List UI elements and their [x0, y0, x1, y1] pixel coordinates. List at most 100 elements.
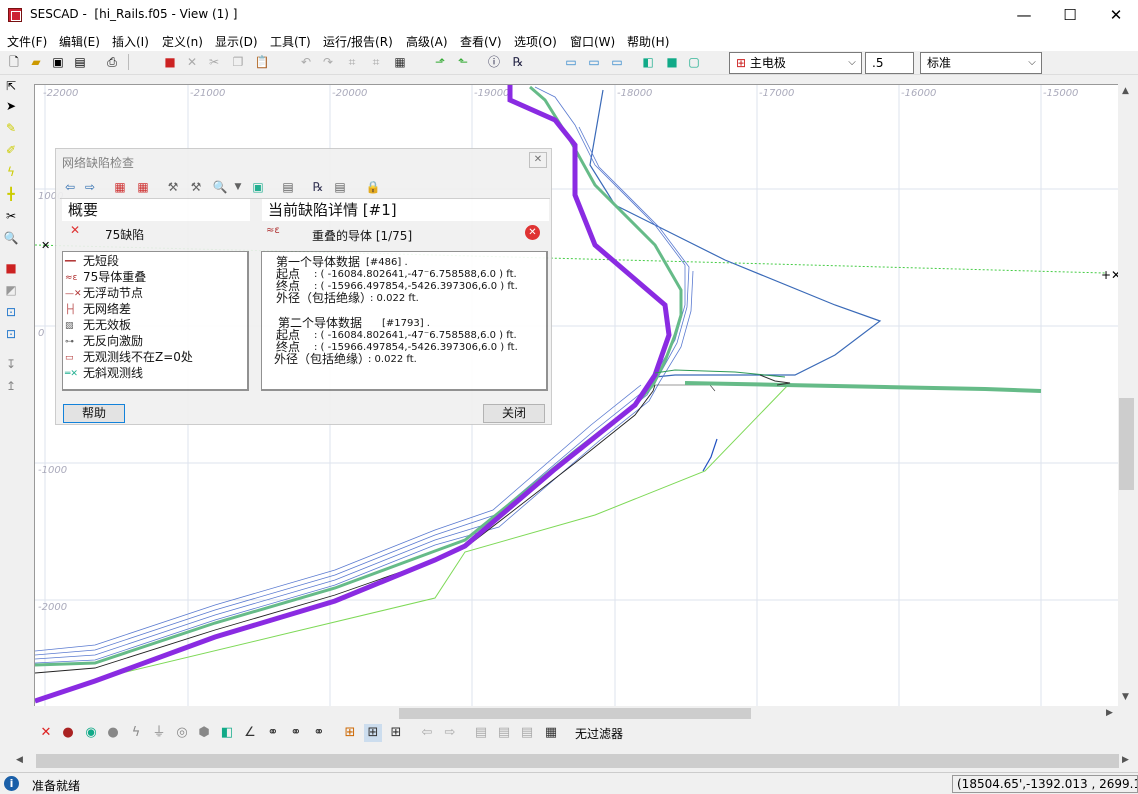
properties-icon[interactable]: ▤	[518, 724, 536, 742]
cut-icon[interactable]: ✂	[206, 54, 222, 70]
layers-icon[interactable]: ◧	[218, 724, 236, 742]
filter-list-icon[interactable]: ▦	[542, 724, 560, 742]
vertical-scroll-thumb[interactable]	[1119, 398, 1134, 490]
zoom-defect-icon[interactable]: 🔍	[212, 179, 228, 195]
move-down-tool-icon[interactable]: ↧	[3, 355, 19, 373]
find-icon[interactable]: ⚭	[264, 724, 282, 742]
fill-icon[interactable]: ■	[664, 54, 680, 70]
menu-edit[interactable]: 编辑(E)	[59, 33, 100, 50]
close-button[interactable]: ✕	[1093, 0, 1138, 31]
menu-display[interactable]: 显示(D)	[215, 33, 258, 50]
menu-options[interactable]: 选项(O)	[514, 33, 557, 50]
window-horizontal-scrollbar[interactable]: ◀ ▶	[0, 751, 1138, 771]
menu-file[interactable]: 文件(F)	[7, 33, 47, 50]
pencil-icon[interactable]: ✎	[3, 119, 19, 137]
summary-list[interactable]: ━━ 无短段 ≈ε 75导体重叠 —✕无浮动节点 ├┤ 无网络差 ▧ 无无效板 ⊶ 无反向…	[62, 251, 249, 391]
view-3d-icon[interactable]: ◧	[640, 54, 656, 70]
list-item[interactable]: ▧ 无无效板	[65, 316, 131, 332]
maximize-button[interactable]: ☐	[1047, 0, 1093, 31]
grid-small-icon[interactable]: ⊞	[341, 724, 359, 742]
table-icon[interactable]: ▦	[112, 179, 128, 195]
window-scroll-thumb[interactable]	[36, 754, 1119, 768]
export-icon[interactable]: ▤	[332, 179, 348, 195]
scroll-down-icon[interactable]: ▼	[1122, 692, 1129, 702]
menu-view[interactable]: 查看(V)	[460, 33, 502, 50]
cut-tool-icon[interactable]: ✂	[3, 207, 19, 225]
list-item[interactable]: ├┤ 无网络差	[65, 300, 131, 316]
ground-icon[interactable]: ⏚	[150, 724, 168, 742]
new-file-icon[interactable]: 🗋	[6, 54, 22, 70]
rx-icon[interactable]: ℞	[510, 54, 526, 70]
fix-icon[interactable]: ⚒	[188, 179, 204, 195]
value-field[interactable]: .5	[865, 52, 914, 74]
pointer-icon[interactable]: ⇱	[3, 77, 19, 95]
report-icon[interactable]: ▦	[135, 179, 151, 195]
save-all-icon[interactable]: ▤	[72, 54, 88, 70]
circle-icon[interactable]: ●	[104, 724, 122, 742]
canvas-vertical-scrollbar[interactable]: ▲ ▼	[1118, 84, 1135, 706]
canvas-horizontal-scrollbar[interactable]: ▶	[34, 706, 1118, 721]
menu-help[interactable]: 帮助(H)	[627, 33, 669, 50]
copy-icon[interactable]: ❐	[230, 54, 246, 70]
lock-icon[interactable]: 🔒	[365, 179, 381, 195]
zoom-fit-icon[interactable]: ⊡	[3, 303, 19, 321]
color-map-icon[interactable]: ■	[3, 259, 19, 277]
grid-large-icon[interactable]: ⊞	[387, 724, 405, 742]
document-icon[interactable]: ▤	[280, 179, 296, 195]
style-combo[interactable]: 标准 ⌵	[920, 52, 1042, 74]
ungroup-icon[interactable]: ⌗	[368, 54, 384, 70]
scroll-right-icon[interactable]: ▶	[1106, 708, 1113, 718]
view-xz-icon[interactable]: ▭	[586, 54, 602, 70]
forward-icon[interactable]: ⇨	[441, 724, 459, 742]
chevron-down-icon[interactable]: ▼	[230, 179, 246, 195]
prev-defect-icon[interactable]: ⇦	[62, 179, 78, 195]
angle-icon[interactable]: ∠	[241, 724, 259, 742]
menu-insert[interactable]: 插入(I)	[112, 33, 149, 50]
tools-icon[interactable]: ⚒	[165, 179, 181, 195]
pole-icon[interactable]: ╋	[3, 185, 19, 203]
node-icon[interactable]: ◎	[173, 724, 191, 742]
find-next-icon[interactable]: ⚭	[287, 724, 305, 742]
group-icon[interactable]: ⌗	[344, 54, 360, 70]
list-item[interactable]: ═✕ 无斜观测线	[65, 364, 143, 380]
menu-advanced[interactable]: 高级(A)	[406, 33, 448, 50]
grid-medium-icon[interactable]: ⊞	[364, 724, 382, 742]
zoom-icon[interactable]: 🔍	[3, 229, 19, 247]
move-up-tool-icon[interactable]: ↥	[3, 377, 19, 395]
outline-icon[interactable]: ▢	[686, 54, 702, 70]
save-icon[interactable]: ▣	[50, 54, 66, 70]
scroll-left-icon[interactable]: ◀	[16, 755, 23, 765]
help-button[interactable]: 帮助	[63, 404, 125, 423]
dialog-close-icon[interactable]: ✕	[529, 152, 547, 168]
open-folder-icon[interactable]: ▰	[28, 54, 44, 70]
lightning-filter-icon[interactable]: ϟ	[127, 724, 145, 742]
redo-icon[interactable]: ↷	[320, 54, 336, 70]
color-icon[interactable]: ■	[162, 54, 178, 70]
view-xy-icon[interactable]: ▭	[563, 54, 579, 70]
error-filter-icon[interactable]: ✕	[37, 724, 55, 742]
view-yz-icon[interactable]: ▭	[609, 54, 625, 70]
paste-icon[interactable]: 📋	[254, 54, 270, 70]
find-all-icon[interactable]: ⚭	[310, 724, 328, 742]
back-icon[interactable]: ⇦	[418, 724, 436, 742]
close-dialog-button[interactable]: 关闭	[483, 404, 545, 423]
info-icon[interactable]: ⓘ	[486, 54, 502, 70]
list-item[interactable]: ≈ε 75导体重叠	[65, 268, 146, 284]
list-item[interactable]: —✕无浮动节点	[65, 284, 143, 300]
picture-icon[interactable]: ▣	[250, 179, 266, 195]
select-arrow-icon[interactable]: ➤	[3, 97, 19, 115]
horizontal-scroll-thumb[interactable]	[399, 708, 751, 719]
scroll-right-icon[interactable]: ▶	[1122, 755, 1129, 765]
select-tool-icon[interactable]: ▦	[392, 54, 408, 70]
cube-icon[interactable]: ⬢	[195, 724, 213, 742]
menu-define[interactable]: 定义(n)	[162, 33, 203, 50]
import-icon[interactable]: ▤	[495, 724, 513, 742]
delete-icon[interactable]: ✕	[184, 54, 200, 70]
target-icon[interactable]: ◉	[82, 724, 100, 742]
list-item[interactable]: ⊶ 无反向激励	[65, 332, 143, 348]
list-item[interactable]: ▭ 无观测线不在Z=0处	[65, 348, 193, 364]
next-defect-icon[interactable]: ⇨	[82, 179, 98, 195]
list-item[interactable]: ━━ 无短段	[65, 252, 119, 268]
export-icon[interactable]: ▤	[472, 724, 490, 742]
menu-tools[interactable]: 工具(T)	[270, 33, 311, 50]
